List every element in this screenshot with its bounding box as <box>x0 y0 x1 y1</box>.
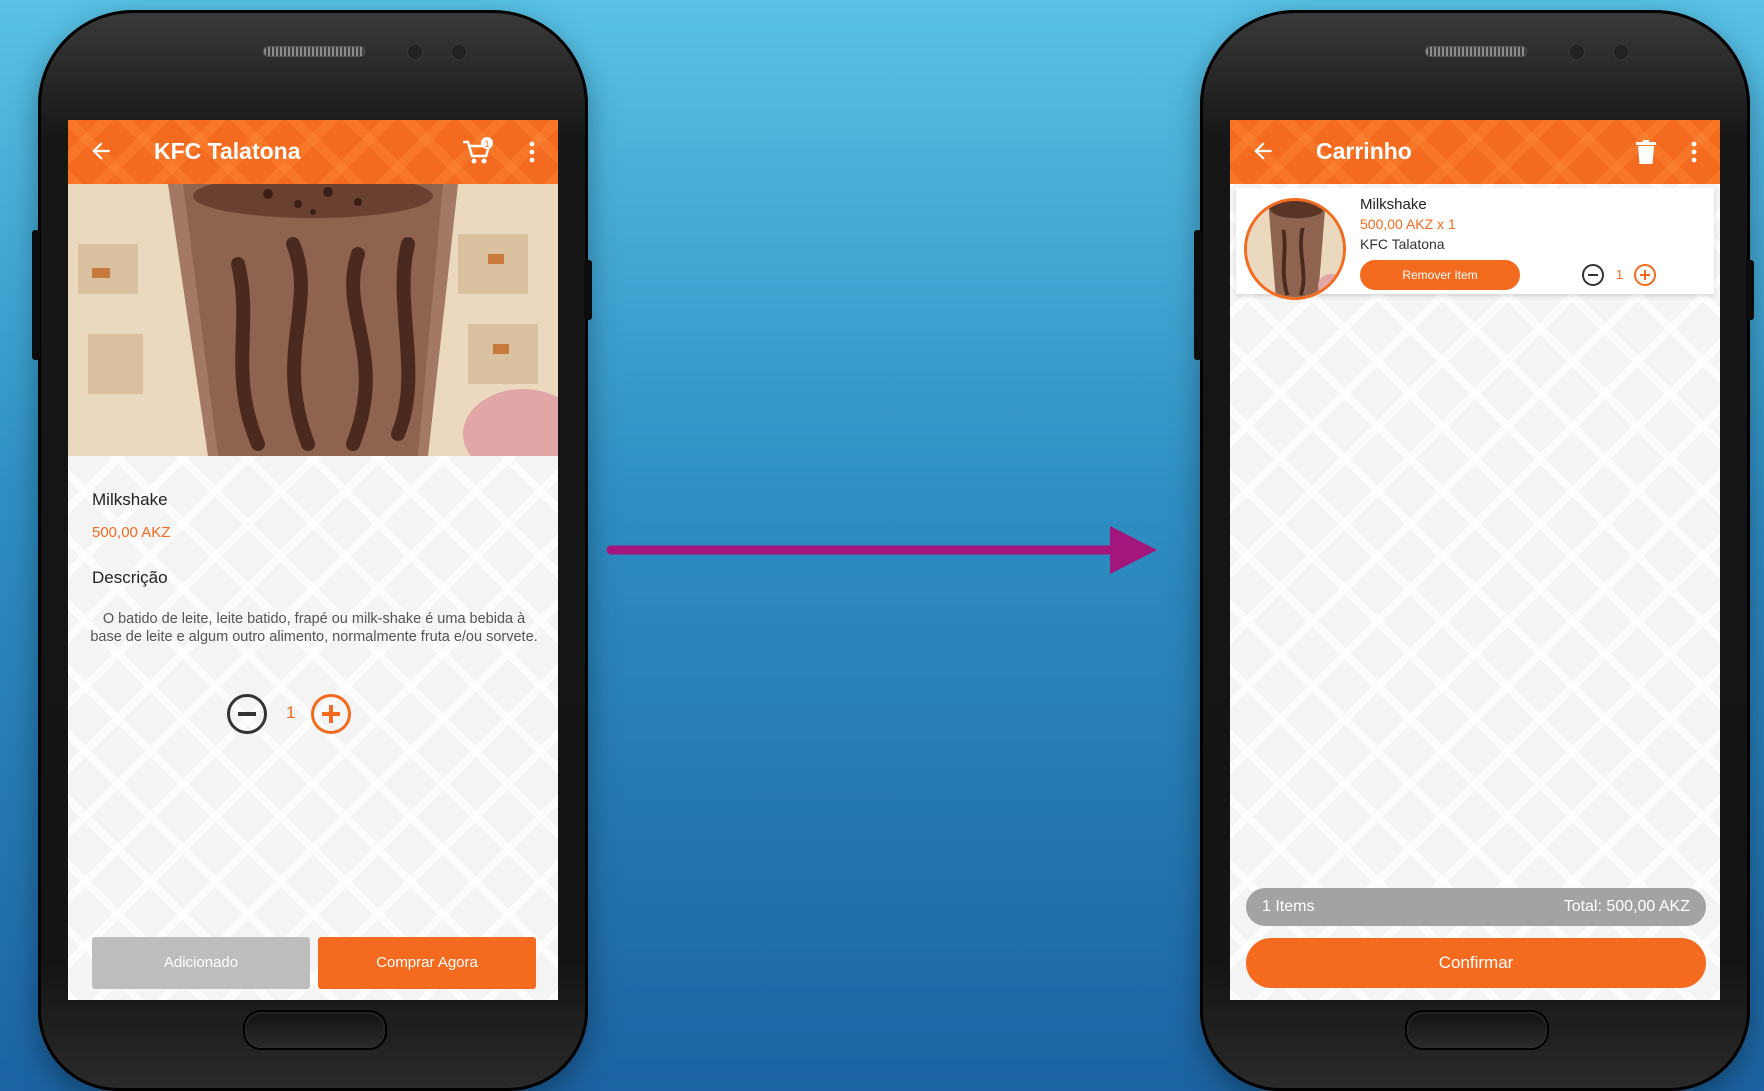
description-text: O batido de leite, leite batido, frapé o… <box>90 611 538 645</box>
description-title: Descrição <box>92 568 168 587</box>
phone-product-screen: KFC Talatona 1 Milkshake 500,00 AKZ Desc… <box>32 10 592 1091</box>
back-arrow-icon[interactable] <box>88 138 114 164</box>
item-thumbnail <box>1244 198 1346 300</box>
more-vert-icon[interactable] <box>1690 140 1698 164</box>
item-quantity: 1 <box>1616 267 1624 282</box>
front-camera <box>1612 43 1630 61</box>
shopping-cart-icon[interactable]: 1 <box>460 136 494 168</box>
back-arrow-icon[interactable] <box>1250 138 1276 164</box>
page-title: KFC Talatona <box>154 138 301 164</box>
front-sensor <box>406 43 424 61</box>
cart-summary-bar: 1 Items Total: 500,00 AKZ <box>1246 888 1706 926</box>
item-store: KFC Talatona <box>1360 236 1445 252</box>
product-image <box>68 184 558 456</box>
item-price: 500,00 AKZ x 1 <box>1360 216 1456 232</box>
cart-total: Total: 500,00 AKZ <box>1563 898 1690 915</box>
item-name: Milkshake <box>1360 196 1427 213</box>
app-bar: KFC Talatona 1 <box>68 120 558 184</box>
remove-item-button[interactable]: Remover Item <box>1360 260 1520 290</box>
plus-circle-icon[interactable] <box>311 694 351 734</box>
side-button <box>1194 230 1202 360</box>
minus-circle-icon[interactable] <box>227 694 267 734</box>
flow-arrow-icon <box>606 526 1157 574</box>
side-button <box>1746 260 1754 320</box>
added-button[interactable]: Adicionado <box>92 937 310 989</box>
cart-screen: Carrinho Milkshake 500,00 AKZ x 1 KFC Ta… <box>1230 120 1720 1000</box>
confirm-button[interactable]: Confirmar <box>1246 938 1706 988</box>
app-bar: Carrinho <box>1230 120 1720 184</box>
cart-item: Milkshake 500,00 AKZ x 1 KFC Talatona Re… <box>1236 188 1714 300</box>
plus-circle-icon[interactable] <box>1634 264 1656 286</box>
product-price: 500,00 AKZ <box>92 524 171 541</box>
quantity-stepper: 1 <box>68 690 558 736</box>
side-button <box>32 230 40 360</box>
home-button <box>243 1010 387 1050</box>
front-sensor <box>1568 43 1586 61</box>
side-button <box>584 260 592 320</box>
home-button <box>1405 1010 1549 1050</box>
items-count: 1 Items <box>1262 898 1315 915</box>
page-title: Carrinho <box>1316 138 1412 164</box>
speaker-grille <box>263 46 365 57</box>
product-name: Milkshake <box>92 490 168 509</box>
quantity-value: 1 <box>286 703 296 722</box>
phone-cart-screen: Carrinho Milkshake 500,00 AKZ x 1 KFC Ta… <box>1194 10 1754 1091</box>
speaker-grille <box>1425 46 1527 57</box>
front-camera <box>450 43 468 61</box>
buy-now-button[interactable]: Comprar Agora <box>318 937 536 989</box>
trash-icon[interactable] <box>1635 140 1657 164</box>
minus-circle-icon[interactable] <box>1582 264 1604 286</box>
cart-badge-count: 1 <box>484 139 489 149</box>
more-vert-icon[interactable] <box>528 140 536 164</box>
product-screen: KFC Talatona 1 Milkshake 500,00 AKZ Desc… <box>68 120 558 1000</box>
